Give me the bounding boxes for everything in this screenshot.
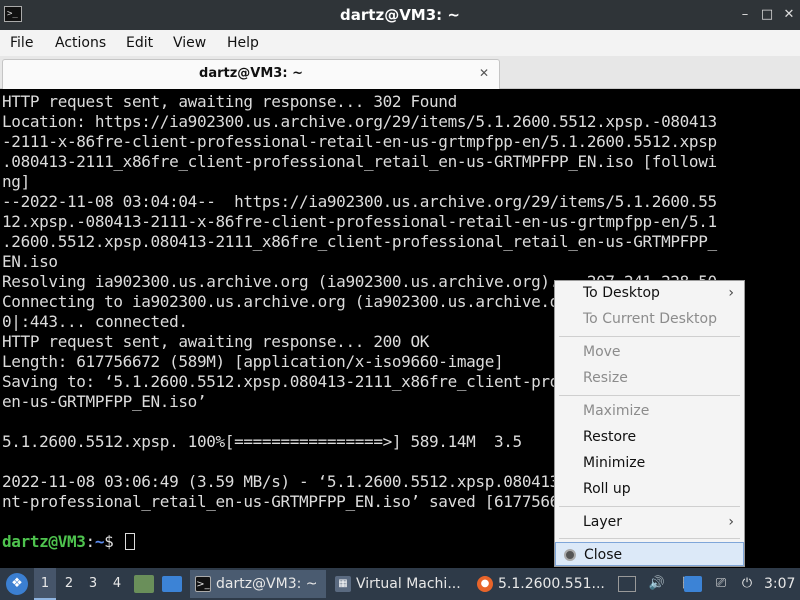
taskbar: ❖ 1 2 3 4 >_ dartz@VM3: ~ ▦ Virtual Mach… xyxy=(0,568,800,600)
menu-item-label: Roll up xyxy=(583,481,631,497)
tab-bar: dartz@VM3: ~ ✕ xyxy=(0,56,800,89)
menu-separator xyxy=(559,506,740,507)
menu-separator xyxy=(559,395,740,396)
terminal-line: EN.iso xyxy=(2,252,58,271)
prompt-separator: : xyxy=(85,532,96,551)
submenu-arrow-icon: › xyxy=(728,285,734,301)
task-label: Virtual Machi... xyxy=(356,576,461,592)
menu-item-label: Resize xyxy=(583,370,628,386)
terminal-line: .080413-2111_x86fre_client-professional_… xyxy=(2,152,717,171)
window-title: dartz@VM3: ~ xyxy=(340,6,460,24)
window-context-menu: To Desktop › To Current Desktop Move Res… xyxy=(554,280,745,567)
menu-item-label: Layer xyxy=(583,514,623,530)
prompt-user: dartz@VM3 xyxy=(2,532,86,551)
show-desktop-icon[interactable] xyxy=(162,576,182,592)
terminal-line: .2600.5512.xpsp.080413-2111_x86fre_clien… xyxy=(2,232,717,251)
task-terminal[interactable]: >_ dartz@VM3: ~ xyxy=(190,570,326,598)
volume-icon[interactable]: 🔊 xyxy=(646,573,668,595)
task-virtual-machine[interactable]: ▦ Virtual Machi... xyxy=(330,570,468,598)
terminal-line: Location: https://ia902300.us.archive.or… xyxy=(2,112,717,131)
menu-item-restore[interactable]: Restore xyxy=(555,425,744,449)
workspace-4[interactable]: 4 xyxy=(106,568,128,600)
menu-item-label: Minimize xyxy=(583,455,646,471)
start-menu-icon[interactable]: ❖ xyxy=(6,573,28,595)
task-label: 5.1.2600.551... xyxy=(498,576,605,592)
prompt-symbol: $ xyxy=(104,532,123,551)
menu-item-label: Maximize xyxy=(583,403,650,419)
task-label: dartz@VM3: ~ xyxy=(216,576,318,592)
text-cursor xyxy=(124,533,135,550)
menu-item-to-desktop[interactable]: To Desktop › xyxy=(555,281,744,305)
tab-terminal[interactable]: dartz@VM3: ~ ✕ xyxy=(2,59,500,89)
workspace-1[interactable]: 1 xyxy=(34,568,56,600)
menu-help[interactable]: Help xyxy=(227,30,259,56)
close-window-button[interactable]: ✕ xyxy=(780,6,798,24)
virtual-machine-icon: ▦ xyxy=(335,576,351,592)
maximize-button[interactable]: □ xyxy=(758,6,776,24)
tab-close-icon[interactable]: ✕ xyxy=(477,66,491,80)
menu-item-resize[interactable]: Resize xyxy=(555,366,744,390)
menu-item-label: Move xyxy=(583,344,621,360)
prompt-path: ~ xyxy=(94,532,105,551)
terminal-icon: >_ xyxy=(195,576,211,592)
menu-item-layer[interactable]: Layer › xyxy=(555,510,744,534)
minimize-button[interactable]: – xyxy=(736,6,754,24)
menu-separator xyxy=(559,336,740,337)
workspace-3[interactable]: 3 xyxy=(82,568,104,600)
menu-item-to-current-desktop[interactable]: To Current Desktop xyxy=(555,307,744,331)
menu-item-maximize[interactable]: Maximize xyxy=(555,399,744,423)
menu-actions[interactable]: Actions xyxy=(55,30,106,56)
menu-item-label: To Current Desktop xyxy=(583,311,717,327)
firefox-icon: ● xyxy=(477,576,493,592)
menu-view[interactable]: View xyxy=(173,30,206,56)
terminal-line: HTTP request sent, awaiting response... … xyxy=(2,92,457,111)
workspace-2[interactable]: 2 xyxy=(58,568,80,600)
menu-edit[interactable]: Edit xyxy=(126,30,153,56)
window-icon[interactable] xyxy=(618,576,636,592)
menu-item-minimize[interactable]: Minimize xyxy=(555,451,744,475)
network-icon[interactable]: ⎚ xyxy=(710,573,732,595)
submenu-arrow-icon: › xyxy=(728,514,734,530)
menu-item-close[interactable]: Close xyxy=(555,542,744,566)
menu-item-roll-up[interactable]: Roll up xyxy=(555,477,744,501)
clock[interactable]: 3:07 xyxy=(764,568,795,600)
tab-label: dartz@VM3: ~ xyxy=(199,66,303,81)
window-titlebar[interactable]: >_ dartz@VM3: ~ – □ ✕ xyxy=(0,0,800,30)
menu-bar: File Actions Edit View Help xyxy=(0,30,800,56)
terminal-line: --2022-11-08 03:04:04-- https://ia902300… xyxy=(2,192,717,211)
menu-item-move[interactable]: Move xyxy=(555,340,744,364)
menu-separator xyxy=(559,538,740,539)
close-radio-icon xyxy=(564,549,576,561)
menu-file[interactable]: File xyxy=(10,30,33,56)
menu-item-label: To Desktop xyxy=(583,285,660,301)
task-firefox[interactable]: ● 5.1.2600.551... xyxy=(472,570,610,598)
menu-item-label: Restore xyxy=(583,429,637,445)
terminal-line: ng] xyxy=(2,172,30,191)
terminal-line: -2111-x-86fre-client-professional-retail… xyxy=(2,132,717,151)
power-icon[interactable]: ⏻ xyxy=(736,573,758,595)
file-manager-icon[interactable] xyxy=(134,575,154,593)
terminal-line: 12.xpsp.-080413-2111-x-86fre-client-prof… xyxy=(2,212,717,231)
menu-item-label: Close xyxy=(584,547,623,563)
clipboard-icon[interactable] xyxy=(684,576,702,592)
